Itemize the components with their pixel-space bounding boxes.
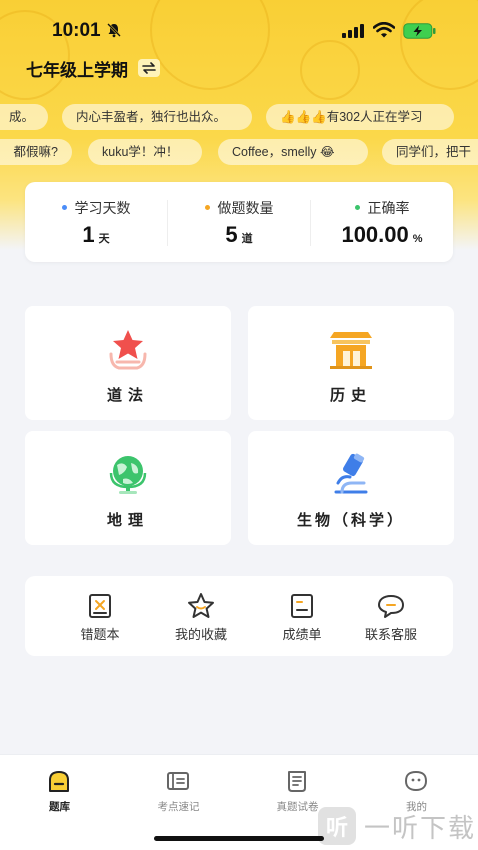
star-badge-icon	[109, 330, 147, 370]
bell-off-icon	[107, 23, 121, 38]
tool-label: 我的收藏	[174, 627, 227, 642]
ticker-message: 成。	[0, 104, 48, 130]
tab-key-points[interactable]: 考点速记	[119, 767, 238, 817]
subject-label: 历史	[329, 387, 372, 404]
stat-value: 100.00	[341, 222, 409, 247]
switch-grade-button[interactable]	[138, 59, 160, 77]
subject-card-daofa[interactable]: 道法	[25, 306, 231, 420]
ticker-message: 👍👍👍有302人正在学习	[266, 104, 454, 130]
report-card-button[interactable]: 成绩单	[252, 576, 352, 656]
message-ticker-row-1: 成。 内心丰盈者，独行也出众。 👍👍👍有302人正在学习	[0, 104, 478, 130]
tool-label: 错题本	[80, 627, 120, 642]
grade-title: 七年级上学期	[26, 60, 128, 80]
stat-label: 学习天数	[74, 200, 131, 216]
status-bar: 10:01	[0, 0, 478, 56]
stat-dot	[354, 204, 360, 210]
ticker-message: Coffee，smelly 😂	[218, 139, 368, 165]
watermark: 听 一听下载	[318, 806, 476, 846]
battery-charging-icon	[403, 23, 436, 39]
wifi-icon	[373, 22, 395, 38]
subject-card-geography[interactable]: 地理	[25, 431, 231, 545]
stat-unit: 天	[98, 233, 110, 245]
globe-icon	[109, 456, 147, 494]
subject-label: 地理	[106, 512, 149, 529]
grade-selector[interactable]: 七年级上学期	[26, 56, 160, 80]
chat-bubble-icon	[378, 595, 404, 618]
stat-accuracy: 正确率 100.00%	[311, 182, 453, 262]
wrong-book-icon	[89, 594, 111, 618]
tab-question-bank[interactable]: 题库	[0, 767, 119, 817]
subject-label: 生物（科学）	[296, 512, 405, 529]
status-time: 10:01	[52, 20, 101, 41]
study-stats-card: 学习天数 1天 做题数量 5道 正确率 100.00%	[25, 182, 453, 262]
stat-unit: 道	[241, 233, 253, 245]
exam-paper-icon	[288, 771, 306, 792]
home-indicator[interactable]	[154, 836, 324, 841]
profile-face-icon	[404, 770, 428, 792]
stat-unit: %	[412, 233, 423, 245]
subject-card-biology[interactable]: 生物（科学）	[248, 431, 454, 545]
tools-card: 错题本 我的收藏 成绩单 联系客服	[25, 576, 453, 656]
subject-label: 道法	[106, 387, 149, 404]
ticker-message: 内心丰盈者，独行也出众。	[62, 104, 252, 130]
watermark-text: 一听下载	[364, 812, 477, 843]
stat-value: 5	[225, 222, 238, 247]
ticker-message: kuku学！冲！	[88, 139, 202, 165]
message-ticker-row-2: 都假嘛? kuku学！冲！ Coffee，smelly 😂 同学们，把干	[0, 139, 478, 165]
temple-icon	[330, 332, 372, 369]
report-card-icon	[291, 594, 313, 618]
contact-support-button[interactable]: 联系客服	[341, 576, 441, 656]
subject-card-history[interactable]: 历史	[248, 306, 454, 420]
star-outline-icon	[188, 593, 214, 618]
signal-icon	[342, 24, 364, 38]
swap-icon	[142, 62, 156, 74]
tab-label: 考点速记	[157, 801, 200, 813]
microscope-icon	[334, 453, 368, 494]
stat-question-count: 做题数量 5道	[168, 182, 310, 262]
question-bank-icon	[49, 771, 69, 792]
ticker-message: 同学们，把干	[382, 139, 478, 165]
tab-label: 题库	[49, 801, 70, 813]
stat-label: 做题数量	[217, 200, 274, 216]
ticker-message: 都假嘛?	[0, 139, 72, 165]
stat-dot	[204, 204, 210, 210]
notebook-icon	[167, 772, 189, 790]
my-favorites-button[interactable]: 我的收藏	[151, 576, 251, 656]
stat-value: 1	[82, 222, 95, 247]
stat-dot	[61, 204, 67, 210]
stat-label: 正确率	[367, 200, 410, 216]
wrong-book-button[interactable]: 错题本	[50, 576, 150, 656]
tool-label: 联系客服	[364, 627, 417, 642]
stat-study-days: 学习天数 1天	[25, 182, 167, 262]
tool-label: 成绩单	[282, 627, 322, 642]
